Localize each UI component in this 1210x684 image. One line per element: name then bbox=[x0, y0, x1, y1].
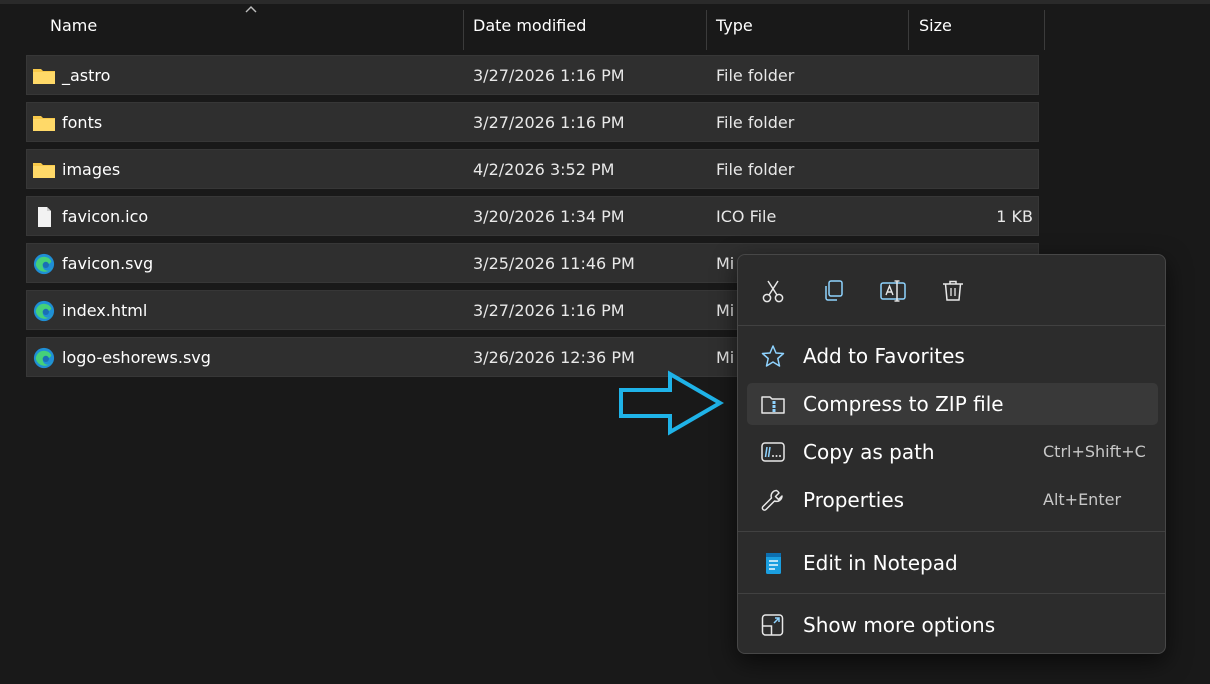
file-date-modified: 4/2/2026 3:52 PM bbox=[473, 160, 615, 179]
folder-icon bbox=[33, 163, 55, 178]
edge-icon bbox=[33, 347, 55, 369]
menu-item-compress-to-zip[interactable]: Compress to ZIP file bbox=[747, 383, 1158, 425]
column-divider[interactable] bbox=[908, 10, 909, 50]
wrench-icon bbox=[761, 489, 783, 511]
column-header-size[interactable]: Size bbox=[919, 6, 952, 46]
column-header-type[interactable]: Type bbox=[716, 6, 753, 46]
column-header-date-modified[interactable]: Date modified bbox=[473, 6, 586, 46]
file-name: fonts bbox=[62, 113, 103, 132]
file-type: File folder bbox=[716, 113, 795, 132]
delete-button[interactable] bbox=[935, 273, 971, 309]
menu-item-label: Edit in Notepad bbox=[803, 551, 958, 575]
more-options-icon bbox=[761, 614, 784, 636]
column-divider[interactable] bbox=[706, 10, 707, 50]
menu-item-label: Show more options bbox=[803, 613, 996, 637]
file-name: _astro bbox=[62, 66, 111, 85]
menu-divider bbox=[738, 593, 1165, 594]
file-row[interactable]: images 4/2/2026 3:52 PM File folder bbox=[26, 149, 1039, 189]
file-date-modified: 3/20/2026 1:34 PM bbox=[473, 207, 625, 226]
file-date-modified: 3/27/2026 1:16 PM bbox=[473, 66, 625, 85]
folder-icon bbox=[33, 69, 55, 84]
rename-button[interactable] bbox=[875, 273, 911, 309]
menu-item-show-more-options[interactable]: Show more options bbox=[747, 604, 1158, 646]
cut-icon bbox=[762, 280, 784, 303]
file-date-modified: 3/27/2026 1:16 PM bbox=[473, 113, 625, 132]
notepad-icon bbox=[766, 553, 781, 574]
cut-button[interactable] bbox=[755, 273, 791, 309]
file-size: 1 KB bbox=[996, 207, 1033, 226]
file-explorer-window: Name Date modified Type Size _astro 3/27… bbox=[0, 0, 1210, 684]
context-menu: Add to Favorites Compress to ZIP file Co… bbox=[737, 254, 1166, 654]
file-type: Mi bbox=[716, 254, 735, 273]
menu-divider bbox=[738, 325, 1165, 326]
file-row[interactable]: _astro 3/27/2026 1:16 PM File folder bbox=[26, 55, 1039, 95]
column-divider[interactable] bbox=[463, 10, 464, 50]
menu-item-label: Properties bbox=[803, 488, 905, 512]
file-name: favicon.ico bbox=[62, 207, 149, 226]
file-date-modified: 3/27/2026 1:16 PM bbox=[473, 301, 625, 320]
menu-item-edit-in-notepad[interactable]: Edit in Notepad bbox=[747, 542, 1158, 584]
delete-icon bbox=[943, 280, 963, 301]
menu-item-shortcut: Ctrl+Shift+C bbox=[1043, 442, 1146, 461]
file-date-modified: 3/25/2026 11:46 PM bbox=[473, 254, 635, 273]
window-top-border bbox=[0, 0, 1210, 4]
menu-divider bbox=[738, 531, 1165, 532]
menu-item-copy-as-path[interactable]: Copy as path Ctrl+Shift+C bbox=[747, 431, 1158, 473]
file-icon bbox=[38, 207, 51, 227]
file-type: ICO File bbox=[716, 207, 777, 226]
column-header-bar: Name Date modified Type Size bbox=[0, 6, 1046, 50]
rename-icon bbox=[880, 280, 906, 302]
menu-item-label: Copy as path bbox=[803, 440, 935, 464]
star-icon bbox=[761, 345, 785, 367]
menu-item-shortcut: Alt+Enter bbox=[1043, 490, 1122, 509]
file-row[interactable]: fonts 3/27/2026 1:16 PM File folder bbox=[26, 102, 1039, 142]
copy-button[interactable] bbox=[815, 273, 851, 309]
copy-icon bbox=[825, 280, 843, 301]
file-name: images bbox=[62, 160, 121, 179]
copy-path-icon bbox=[761, 442, 785, 462]
file-type: Mi bbox=[716, 301, 735, 320]
file-date-modified: 3/26/2026 12:36 PM bbox=[473, 348, 635, 367]
column-header-name[interactable]: Name bbox=[50, 6, 97, 46]
menu-item-properties[interactable]: Properties Alt+Enter bbox=[747, 479, 1158, 521]
file-type: File folder bbox=[716, 66, 795, 85]
column-divider[interactable] bbox=[1044, 10, 1045, 50]
menu-item-label: Add to Favorites bbox=[803, 344, 965, 368]
zip-folder-icon bbox=[761, 396, 785, 414]
annotation-arrow-icon bbox=[619, 370, 724, 436]
file-row[interactable]: favicon.ico 3/20/2026 1:34 PM ICO File 1… bbox=[26, 196, 1039, 236]
file-name: index.html bbox=[62, 301, 148, 320]
sort-ascending-icon bbox=[245, 6, 257, 13]
menu-item-add-to-favorites[interactable]: Add to Favorites bbox=[747, 335, 1158, 377]
folder-icon bbox=[33, 116, 55, 131]
file-name: favicon.svg bbox=[62, 254, 154, 273]
menu-item-label: Compress to ZIP file bbox=[803, 392, 1004, 416]
edge-icon bbox=[33, 300, 55, 322]
file-name: logo-eshorews.svg bbox=[62, 348, 211, 367]
file-type: File folder bbox=[716, 160, 795, 179]
edge-icon bbox=[33, 253, 55, 275]
